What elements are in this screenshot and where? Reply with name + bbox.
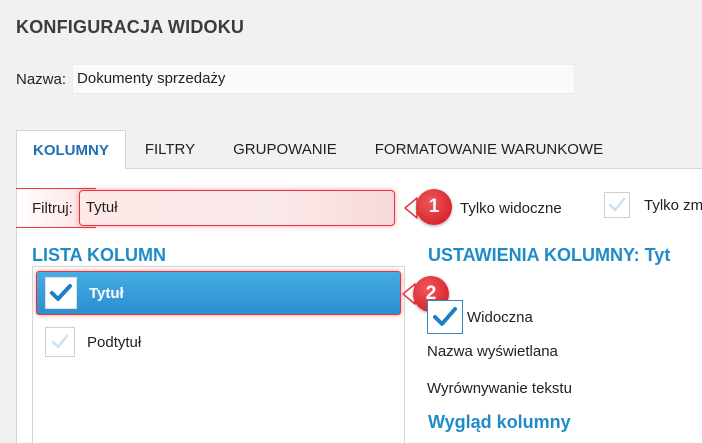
only-visible-option[interactable]: Tylko widoczne bbox=[460, 200, 562, 217]
visible-label: Widoczna bbox=[467, 308, 533, 326]
column-appearance-title: Wygląd kolumny bbox=[428, 412, 571, 432]
visible-checkbox[interactable] bbox=[427, 300, 463, 334]
list-item-podtytul[interactable]: Podtytuł bbox=[45, 327, 141, 357]
column-list-title: LISTA KOLUMN bbox=[32, 245, 166, 265]
visible-option[interactable]: Widoczna bbox=[427, 300, 533, 334]
tab-grupowanie[interactable]: GRUPOWANIE bbox=[214, 130, 356, 169]
check-faint-icon bbox=[51, 334, 69, 349]
only-changed-option[interactable]: Tylko zm bbox=[604, 192, 702, 218]
tab-formatowanie-warunkowe[interactable]: FORMATOWANIE WARUNKOWE bbox=[356, 130, 622, 169]
text-align-label: Wyrównywanie tekstu bbox=[427, 380, 572, 397]
window-title: KONFIGURACJA WIDOKU bbox=[16, 17, 245, 37]
name-label: Nazwa: bbox=[16, 70, 67, 88]
check-faint-icon bbox=[608, 197, 626, 212]
column-settings-title: USTAWIENIA KOLUMNY: Tyt bbox=[428, 245, 671, 265]
list-item-tytul[interactable]: Tytuł bbox=[36, 271, 401, 315]
list-item-label: Tytuł bbox=[89, 284, 124, 302]
tytul-checkbox[interactable] bbox=[45, 277, 77, 309]
callout-badge-1: 1 bbox=[416, 189, 452, 225]
tab-filtry[interactable]: FILTRY bbox=[126, 130, 214, 169]
name-field[interactable]: Dokumenty sprzedaży bbox=[72, 64, 576, 94]
list-item-label: Podtytuł bbox=[87, 333, 142, 351]
filter-label: Filtruj: bbox=[32, 199, 73, 217]
check-icon bbox=[50, 284, 72, 301]
only-changed-checkbox[interactable] bbox=[604, 192, 630, 218]
podtytul-checkbox[interactable] bbox=[45, 327, 75, 357]
only-changed-label: Tylko zm bbox=[644, 196, 702, 214]
tab-kolumny[interactable]: KOLUMNY bbox=[16, 130, 126, 170]
only-visible-label: Tylko widoczne bbox=[460, 200, 562, 217]
filter-input[interactable]: Tytuł bbox=[78, 190, 395, 226]
display-name-label: Nazwa wyświetlana bbox=[427, 343, 558, 360]
filter-row: Filtruj: Tytuł bbox=[16, 190, 395, 226]
tab-bar: KOLUMNY FILTRY GRUPOWANIE FORMATOWANIE W… bbox=[16, 130, 702, 170]
column-list: Tytuł Podtytuł bbox=[32, 266, 405, 443]
name-row: Nazwa: Dokumenty sprzedaży bbox=[16, 64, 576, 94]
check-icon bbox=[433, 307, 457, 326]
